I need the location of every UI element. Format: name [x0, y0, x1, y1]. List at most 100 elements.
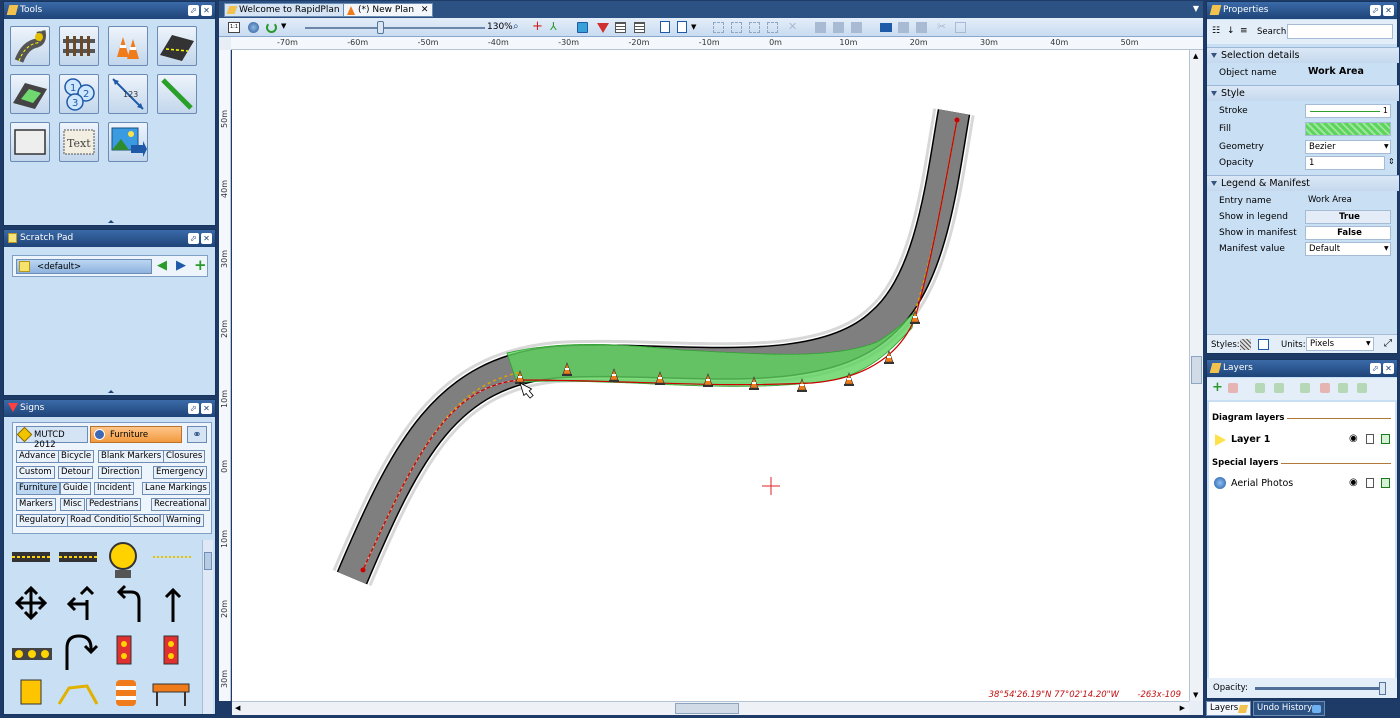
remove-layer-icon[interactable]	[1228, 383, 1238, 393]
sign-category-closures[interactable]: Closures	[163, 450, 206, 463]
bottom-tab-undo[interactable]: Undo History	[1253, 701, 1325, 716]
manifest-value-dropdown[interactable]: Default	[1305, 242, 1391, 256]
layer-down-icon[interactable]	[1274, 383, 1284, 393]
scratch-pad-item[interactable]: <default>	[16, 259, 152, 274]
sign-category-road-condition[interactable]: Road Condition	[67, 514, 138, 527]
units-dropdown[interactable]: Pixels	[1306, 337, 1374, 351]
lock-icon[interactable]	[1366, 478, 1374, 488]
tool-measure[interactable]: 123	[108, 74, 148, 114]
close-icon[interactable]: ✕	[1383, 363, 1394, 374]
scratch-pad-selector[interactable]: <default> ◀ ▶ +	[12, 255, 208, 277]
sign-category-direction[interactable]: Direction	[98, 466, 143, 479]
path-icon[interactable]	[898, 22, 909, 33]
sign-category-recreational[interactable]: Recreational	[151, 498, 211, 511]
tool-text[interactable]: Text	[59, 122, 99, 162]
tools-resize-grip[interactable]	[108, 220, 114, 223]
delete-icon[interactable]: ✕	[788, 20, 797, 33]
tool-numbers[interactable]: 123	[59, 74, 99, 114]
zoom-search-icon[interactable]: ⌕	[513, 21, 519, 32]
copy-icon[interactable]	[955, 22, 966, 33]
arrow-right-turn-thumb[interactable]	[65, 634, 99, 670]
scratch-resize-grip[interactable]	[108, 390, 114, 393]
crosshair-icon[interactable]: +	[532, 19, 543, 34]
tab-furniture[interactable]: Furniture	[90, 426, 182, 443]
visibility-eye-icon[interactable]: ◉	[1349, 477, 1358, 488]
binoculars-icon[interactable]: ⚭	[187, 426, 207, 443]
arrow-4way-thumb[interactable]	[14, 585, 48, 621]
signs-scroll-thumb[interactable]	[204, 552, 212, 570]
layers-opacity-thumb[interactable]	[1379, 682, 1386, 695]
sign-category-misc[interactable]: Misc	[60, 498, 85, 511]
sign-category-warning[interactable]: Warning	[163, 514, 204, 527]
tool-road-strip[interactable]	[157, 26, 197, 66]
align-icon[interactable]	[815, 22, 826, 33]
arrow-left-up-thumb[interactable]	[66, 585, 95, 620]
export-icon[interactable]	[677, 21, 687, 33]
scroll-right-icon[interactable]: ▶	[1180, 704, 1185, 712]
rotate-icon[interactable]	[851, 22, 862, 33]
style-edit-icon[interactable]	[1258, 339, 1269, 350]
barrier-line2-thumb[interactable]	[59, 552, 97, 562]
visibility-eye-icon[interactable]: ◉	[1349, 433, 1358, 444]
opacity-spinner-icon[interactable]: ⇕	[1388, 157, 1395, 166]
pin-icon[interactable]: ⬀	[188, 5, 199, 16]
picture-icon[interactable]	[577, 22, 588, 33]
layer-row-aerial[interactable]: Aerial Photos ◉	[1211, 476, 1393, 492]
measure-angle-icon[interactable]: ⅄	[550, 20, 557, 33]
excavator-thumb[interactable]	[57, 684, 99, 705]
horizontal-scroll-thumb[interactable]	[675, 703, 739, 714]
sign-category-pedestrians[interactable]: Pedestrians	[86, 498, 142, 511]
filter-icon[interactable]	[597, 23, 609, 33]
drawing-canvas[interactable]: 38°54'26.19"N 77°02'14.20"W -263x-109	[232, 50, 1189, 701]
expand-icon[interactable]: ⤢	[1384, 338, 1392, 349]
cut-icon[interactable]: ✂	[937, 20, 946, 33]
print-toggle-icon[interactable]	[1381, 434, 1390, 444]
sort-icon[interactable]: ↓	[1227, 26, 1235, 36]
section-style[interactable]: Style	[1207, 85, 1399, 101]
show-manifest-value[interactable]: False	[1305, 226, 1391, 240]
swept-path-icon[interactable]	[916, 22, 927, 33]
tool-cones[interactable]	[108, 26, 148, 66]
forward-arrow-icon[interactable]: ▶	[176, 259, 190, 273]
vertical-scroll-thumb[interactable]	[1191, 356, 1202, 384]
close-icon[interactable]: ✕	[201, 403, 212, 414]
pin-icon[interactable]: ⬀	[188, 233, 199, 244]
tab-mutcd[interactable]: MUTCD 2012	[16, 426, 88, 450]
layer-row-layer1[interactable]: Layer 1 ◉	[1211, 432, 1393, 448]
vehicle-icon[interactable]	[880, 23, 892, 32]
zoom-slider[interactable]	[305, 21, 485, 34]
sign-category-custom[interactable]: Custom	[16, 466, 55, 479]
scroll-left-icon[interactable]: ◀	[235, 704, 240, 712]
lock-icon[interactable]	[1366, 434, 1374, 444]
scale-button[interactable]: 1:1	[228, 22, 240, 33]
print-toggle-icon[interactable]	[1381, 478, 1390, 488]
worker-sign-thumb[interactable]	[20, 679, 42, 705]
categorized-icon[interactable]: ☷	[1212, 26, 1220, 36]
object-name-value[interactable]: Work Area	[1305, 66, 1391, 80]
page-icon[interactable]	[660, 21, 670, 33]
sign-category-markers[interactable]: Markers	[16, 498, 56, 511]
fill-swatch[interactable]	[1305, 122, 1391, 136]
path-node-start[interactable]	[360, 567, 366, 573]
export-dropdown-icon[interactable]: ▼	[691, 23, 696, 31]
drum-thumb[interactable]	[116, 680, 136, 706]
ungroup-icon[interactable]	[731, 22, 742, 33]
merge-layer-icon[interactable]	[1300, 383, 1310, 393]
arrow-uturn-left-thumb[interactable]	[116, 584, 141, 622]
zoom-slider-thumb[interactable]	[377, 21, 384, 34]
layer-copy-icon[interactable]	[1320, 383, 1330, 393]
bring-front-icon[interactable]	[749, 22, 760, 33]
layer-export-icon[interactable]	[1357, 383, 1367, 393]
list-view-icon[interactable]: ≡	[1240, 26, 1248, 36]
back-arrow-icon[interactable]: ◀	[157, 259, 171, 273]
arrow-up-thumb[interactable]	[164, 587, 182, 622]
horizontal-scrollbar[interactable]: ◀ ▶	[232, 701, 1189, 715]
units-dropdown-icon[interactable]: ▼	[1366, 340, 1371, 347]
close-icon[interactable]: ✕	[201, 233, 212, 244]
bottom-tab-layers[interactable]: Layers	[1206, 701, 1251, 716]
sign-category-emergency[interactable]: Emergency	[153, 466, 207, 479]
sign-category-school[interactable]: School	[130, 514, 165, 527]
barricade-thumb[interactable]	[152, 683, 190, 706]
opacity-input[interactable]: 1	[1305, 156, 1385, 170]
tool-area[interactable]	[10, 74, 50, 114]
